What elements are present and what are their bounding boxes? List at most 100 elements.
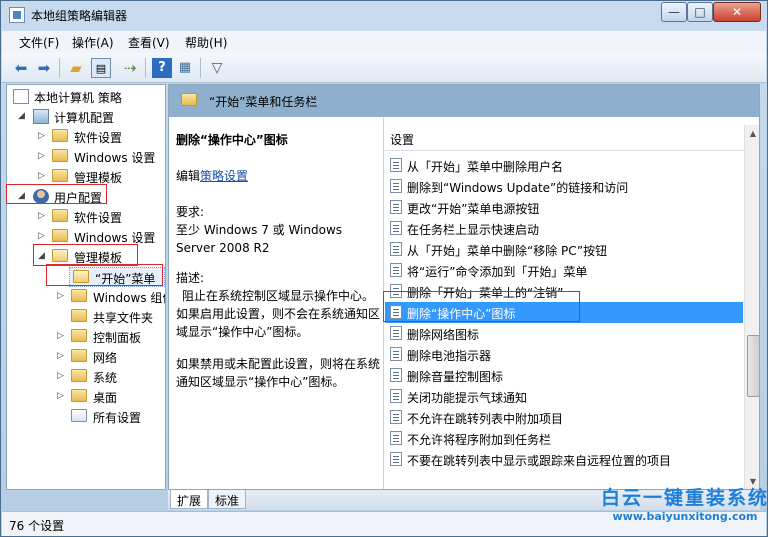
policy-setting-icon (390, 347, 402, 361)
expand-arrow-icon[interactable]: ▷ (38, 131, 48, 141)
toolbar-separator (200, 58, 201, 78)
policy-row[interactable]: 从「开始」菜单中删除“移除 PC”按钮 (385, 239, 743, 260)
tree-label: 软件设置 (74, 131, 123, 145)
menu-action[interactable]: 操作(A) (72, 34, 114, 51)
policy-row-label: 删除到“Windows Update”的链接和访问 (407, 181, 629, 195)
policy-row[interactable]: 删除到“Windows Update”的链接和访问 (385, 176, 743, 197)
expand-arrow-icon[interactable]: ▷ (57, 291, 67, 301)
policy-row[interactable]: 从「开始」菜单中删除用户名 (385, 155, 743, 176)
tree-label: Windows 组件 (93, 291, 165, 305)
policy-row-label: 不要在跳转列表中显示或跟踪来自远程位置的项目 (407, 454, 672, 468)
back-arrow-icon[interactable]: ⬅ (11, 58, 31, 78)
policy-setting-icon (390, 242, 402, 256)
policy-title: 删除“操作中心”图标 (176, 133, 288, 147)
folder-icon (71, 289, 87, 302)
settings-count: 76 个设置 (9, 519, 65, 533)
highlight-box-admin-templates (33, 244, 138, 266)
highlight-box-selected-policy (383, 291, 580, 322)
tree-node-all-settings[interactable]: 所有设置 (7, 407, 165, 427)
policy-row[interactable]: 更改“开始”菜单电源按钮 (385, 197, 743, 218)
up-folder-icon[interactable]: ▰ (66, 58, 86, 78)
policy-row[interactable]: 不要在跳转列表中显示或跟踪来自远程位置的项目 (385, 449, 743, 470)
expand-arrow-icon[interactable]: ▷ (38, 231, 48, 241)
policy-row[interactable]: 删除电池指示器 (385, 344, 743, 365)
scroll-up-arrow-icon[interactable]: ▲ (748, 129, 758, 138)
policy-row[interactable]: 不允许将程序附加到任务栏 (385, 428, 743, 449)
properties-icon[interactable]: ▦ (175, 58, 195, 78)
expand-arrow-icon[interactable]: ▷ (57, 351, 67, 361)
highlight-box-user-config (6, 184, 107, 204)
app-icon (9, 7, 25, 23)
column-header-setting[interactable]: 设置 (384, 125, 744, 151)
tree-node-software-settings[interactable]: ▷ 软件设置 (7, 127, 165, 147)
expand-arrow-icon[interactable]: ▷ (57, 371, 67, 381)
menu-view[interactable]: 查看(V) (128, 34, 170, 51)
export-icon[interactable]: ⇢ (120, 58, 140, 78)
toolbar-separator (145, 58, 146, 78)
minimize-button[interactable]: — (661, 2, 687, 22)
policy-setting-icon (390, 158, 402, 172)
expand-arrow-icon[interactable]: ▷ (38, 211, 48, 221)
title-bar[interactable]: 本地组策略编辑器 — □ ✕ (1, 1, 767, 29)
policy-setting-icon (390, 179, 402, 193)
vertical-scrollbar[interactable]: ▲ ▼ (744, 125, 759, 489)
tree-node-desktop[interactable]: ▷ 桌面 (7, 387, 165, 407)
policy-row[interactable]: 删除音量控制图标 (385, 365, 743, 386)
folder-icon (71, 389, 87, 402)
close-button[interactable]: ✕ (713, 2, 761, 22)
policy-setting-icon (390, 431, 402, 445)
tab-standard[interactable]: 标准 (208, 490, 247, 509)
policy-setting-icon (390, 368, 402, 382)
description-paragraph-1: 阻止在系统控制区域显示操作中心。如果启用此设置，则不会在系统通知区域显示“操作中… (176, 289, 381, 339)
expand-arrow-icon[interactable]: ▷ (57, 331, 67, 341)
expand-arrow-icon[interactable]: ▷ (38, 151, 48, 161)
all-settings-icon (71, 409, 87, 422)
description-paragraph-2: 如果禁用或未配置此设置，则将在系统通知区域显示“操作中心”图标。 (176, 357, 381, 389)
folder-icon (52, 149, 68, 162)
tab-extended[interactable]: 扩展 (170, 490, 209, 509)
policy-setting-icon (390, 389, 402, 403)
tree-node-system[interactable]: ▷ 系统 (7, 367, 165, 387)
tree-node-shared-folders[interactable]: 共享文件夹 (7, 307, 165, 327)
tree-node-local-policy[interactable]: 本地计算机 策略 (7, 87, 165, 107)
tree-label: 系统 (93, 371, 118, 385)
requirement-label: 要求: (176, 205, 205, 219)
policy-setting-icon (390, 221, 402, 235)
edit-policy-link[interactable]: 策略设置 (200, 169, 248, 183)
watermark-text: 白云一键重装系统 (601, 487, 768, 509)
watermark: 白云一键重装系统 www.baiyunxitong.com (601, 483, 768, 523)
policy-row[interactable]: 在任务栏上显示快速启动 (385, 218, 743, 239)
filter-icon[interactable]: ▽ (207, 58, 227, 78)
policy-setting-icon (390, 410, 402, 424)
scrollbar-thumb[interactable] (747, 335, 759, 397)
tree-label: 软件设置 (74, 211, 123, 225)
tree-node-windows-settings[interactable]: ▷ Windows 设置 (7, 147, 165, 167)
collapse-arrow-icon[interactable]: ◢ (18, 111, 28, 121)
policy-row[interactable]: 将“运行”命令添加到「开始」菜单 (385, 260, 743, 281)
policy-row[interactable]: 删除网络图标 (385, 323, 743, 344)
menu-help[interactable]: 帮助(H) (185, 34, 227, 51)
folder-icon (52, 229, 68, 242)
show-hide-tree-icon[interactable]: ▤ (91, 58, 111, 78)
policy-row-label: 删除音量控制图标 (407, 370, 504, 384)
tree-node-control-panel[interactable]: ▷ 控制面板 (7, 327, 165, 347)
policy-row[interactable]: 不允许在跳转列表中附加项目 (385, 407, 743, 428)
highlight-box-start-menu (46, 264, 163, 286)
expand-arrow-icon[interactable]: ▷ (57, 391, 67, 401)
tree-node-software-settings[interactable]: ▷ 软件设置 (7, 207, 165, 227)
policy-setting-icon (390, 263, 402, 277)
edit-line: 编辑策略设置 (176, 167, 381, 185)
tree-node-network[interactable]: ▷ 网络 (7, 347, 165, 367)
menu-file[interactable]: 文件(F) (19, 34, 59, 51)
tree-node-windows-components[interactable]: ▷ Windows 组件 (7, 287, 165, 307)
tree-node-computer-config[interactable]: ◢ 计算机配置 (7, 107, 165, 127)
forward-arrow-icon[interactable]: ➡ (34, 58, 54, 78)
tree-label: Windows 设置 (74, 151, 156, 165)
policy-row-label: 删除电池指示器 (407, 349, 492, 363)
tree-label: 控制面板 (93, 331, 142, 345)
tree-label: 计算机配置 (54, 111, 115, 125)
policy-row[interactable]: 关闭功能提示气球通知 (385, 386, 743, 407)
help-icon[interactable]: ? (152, 58, 172, 78)
maximize-button[interactable]: □ (687, 2, 713, 22)
expand-arrow-icon[interactable]: ▷ (38, 171, 48, 181)
